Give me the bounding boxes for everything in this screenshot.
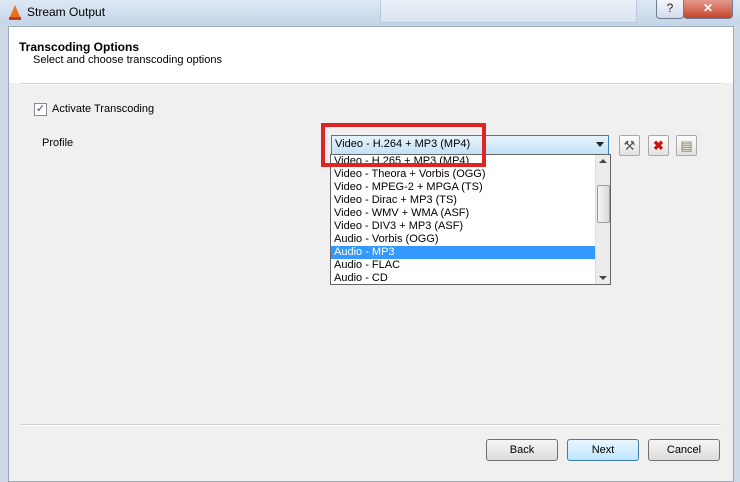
background-window (380, 0, 637, 23)
dialog-client: Transcoding Options Select and choose tr… (8, 26, 734, 482)
profile-option-highlighted[interactable]: Audio - MP3 (331, 246, 597, 259)
new-profile-button[interactable]: ▤ (676, 135, 697, 156)
delete-x-icon: ✖ (653, 138, 664, 153)
profile-option[interactable]: Video - DIV3 + MP3 (ASF) (334, 220, 463, 233)
next-button[interactable]: Next (567, 439, 639, 461)
cancel-button[interactable]: Cancel (648, 439, 720, 461)
scroll-down-arrow-icon[interactable] (599, 276, 607, 280)
chevron-down-icon[interactable] (596, 142, 604, 147)
delete-profile-button[interactable]: ✖ (648, 135, 669, 156)
header-divider (21, 83, 721, 85)
page-title: Transcoding Options (19, 40, 140, 54)
profile-option[interactable]: Audio - Vorbis (OGG) (334, 233, 439, 246)
profile-option[interactable]: Video - WMV + WMA (ASF) (334, 207, 469, 220)
footer-divider (21, 424, 721, 426)
page-subtitle: Select and choose transcoding options (33, 54, 222, 66)
profile-label: Profile (42, 137, 74, 149)
profile-option[interactable]: Audio - FLAC (334, 259, 400, 272)
notepad-icon: ▤ (680, 138, 693, 153)
title-bar: Stream Output ? ✕ (0, 0, 740, 25)
activate-transcoding-label[interactable]: Activate Transcoding (52, 103, 154, 115)
edit-profile-button[interactable]: ⚒ (619, 135, 640, 156)
close-button[interactable]: ✕ (683, 0, 733, 19)
profile-options-list[interactable]: Video - H.265 + MP3 (MP4) Video - Theora… (330, 154, 611, 285)
scrollbar-thumb[interactable] (597, 185, 610, 223)
wrench-screwdriver-icon: ⚒ (623, 138, 636, 153)
profile-option[interactable]: Video - Dirac + MP3 (TS) (334, 194, 457, 207)
help-button[interactable]: ? (656, 0, 684, 19)
profile-option[interactable]: Video - Theora + Vorbis (OGG) (334, 168, 486, 181)
window-title: Stream Output (27, 5, 106, 19)
annotation-highlight-box (321, 123, 486, 167)
vlc-cone-icon (9, 5, 21, 20)
wizard-header: Transcoding Options Select and choose tr… (9, 27, 733, 83)
profile-option[interactable]: Audio - CD (334, 272, 388, 284)
list-scrollbar[interactable] (595, 155, 610, 284)
activate-transcoding-checkbox[interactable]: ✓ (34, 103, 47, 116)
profile-option[interactable]: Video - MPEG-2 + MPGA (TS) (334, 181, 483, 194)
scroll-up-arrow-icon[interactable] (599, 159, 607, 163)
back-button[interactable]: Back (486, 439, 558, 461)
